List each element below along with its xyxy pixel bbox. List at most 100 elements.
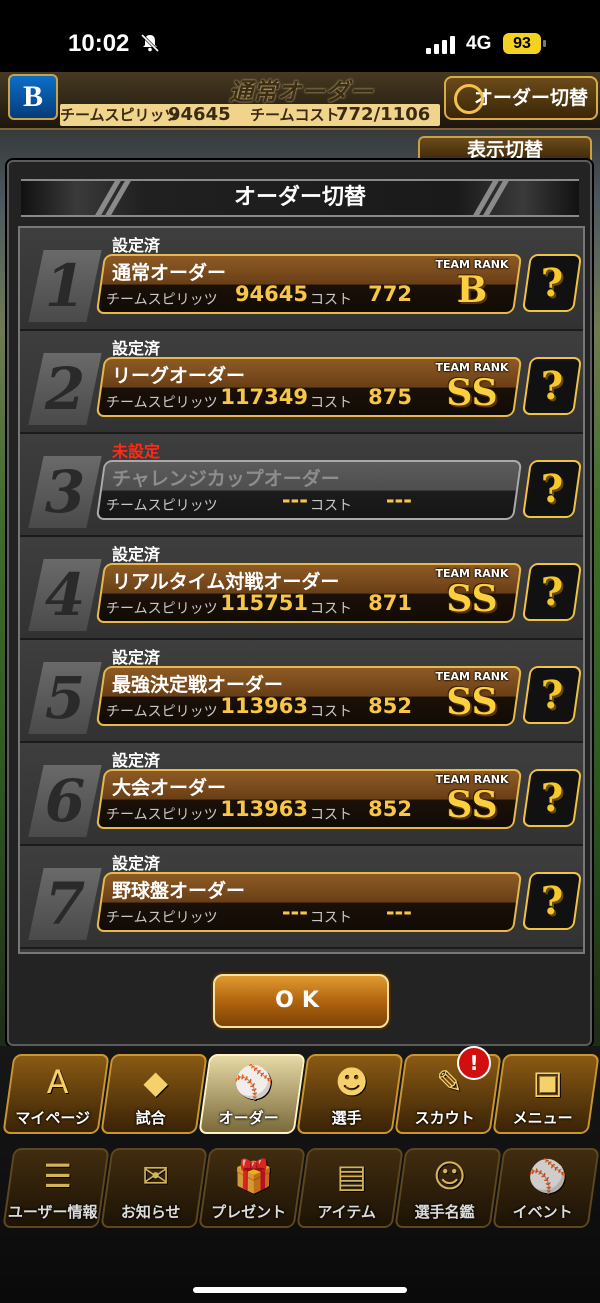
cost-value: 772/1106 bbox=[336, 104, 431, 125]
cost-label: コスト bbox=[310, 807, 352, 823]
question-icon: ? bbox=[540, 672, 564, 717]
nav-icon: ✉ bbox=[142, 1157, 170, 1195]
nav-label: マイページ bbox=[15, 1109, 91, 1127]
ok-button[interactable]: OK bbox=[213, 974, 389, 1028]
nav-label: 選手名鑑 bbox=[414, 1203, 475, 1221]
help-button[interactable]: ? bbox=[521, 460, 583, 518]
nav-icon: ◆ bbox=[143, 1063, 168, 1101]
question-icon: ? bbox=[540, 878, 564, 923]
spirits-value: --- bbox=[281, 900, 308, 924]
team-rank-badge: SS bbox=[446, 784, 498, 826]
nav-icon: ☰ bbox=[43, 1157, 73, 1195]
cost-value: 852 bbox=[368, 694, 412, 718]
nav-nav_row1-3[interactable]: ☻ 選手 bbox=[296, 1054, 404, 1134]
cost-label: コスト bbox=[310, 395, 352, 411]
nav-icon: ⚾ bbox=[233, 1063, 274, 1101]
spirits-value: 94645 bbox=[234, 282, 308, 306]
order-number: 4 bbox=[28, 559, 102, 631]
order-row[interactable]: 6 設定済 大会オーダー チームスピリッツ 113963 コスト 852 TEAM RANK S… bbox=[20, 743, 583, 846]
order-number: 5 bbox=[28, 662, 102, 734]
nav-nav_row2-4[interactable]: ☺ 選手名鑑 bbox=[394, 1148, 502, 1228]
nav-nav_row1-1[interactable]: ◆ 試合 bbox=[100, 1054, 208, 1134]
order-number: 7 bbox=[28, 868, 102, 940]
nav-icon: ▣ bbox=[532, 1063, 563, 1101]
nav-label: アイテム bbox=[317, 1203, 376, 1221]
mute-bell-icon bbox=[140, 33, 160, 53]
spirits-label: チームスピリッツ bbox=[106, 498, 218, 514]
nav-nav_row2-2[interactable]: 🎁 プレゼント bbox=[198, 1148, 306, 1228]
question-icon: ? bbox=[540, 363, 564, 408]
dialog-title: オーダー切替 bbox=[233, 185, 366, 210]
nav-nav_row2-0[interactable]: ☰ ユーザー情報 bbox=[2, 1148, 110, 1228]
nav-nav_row1-2[interactable]: ⚾ オーダー bbox=[198, 1054, 306, 1134]
cost-label: コスト bbox=[310, 910, 352, 926]
cost-label: チームコスト bbox=[250, 106, 340, 124]
order-name: 通常オーダー bbox=[112, 262, 227, 284]
cost-label: コスト bbox=[310, 704, 352, 720]
question-icon: ? bbox=[540, 260, 564, 305]
order-row[interactable]: 7 設定済 野球盤オーダー チームスピリッツ --- コスト ---? bbox=[20, 846, 583, 949]
nav-nav_row2-1[interactable]: ✉ お知らせ bbox=[100, 1148, 208, 1228]
order-number: 3 bbox=[28, 456, 102, 528]
order-row[interactable]: 3 未設定 チャレンジカップオーダー チームスピリッツ --- コスト ---? bbox=[20, 434, 583, 537]
question-icon: ? bbox=[540, 466, 564, 511]
help-button[interactable]: ? bbox=[521, 769, 583, 827]
spirits-value: 115751 bbox=[220, 591, 308, 615]
order-state: 設定済 bbox=[112, 339, 161, 358]
order-state: 未設定 bbox=[112, 442, 161, 461]
cost-label: コスト bbox=[310, 601, 352, 617]
cost-label: コスト bbox=[310, 292, 352, 308]
team-rank-badge: SS bbox=[446, 578, 498, 620]
nav-icon: ☻ bbox=[334, 1063, 369, 1101]
home-indicator[interactable] bbox=[193, 1287, 407, 1293]
help-button[interactable]: ? bbox=[521, 563, 583, 621]
spirits-label: チームスピリッツ bbox=[106, 704, 218, 720]
nav-label: ユーザー情報 bbox=[7, 1203, 98, 1221]
cost-label: コスト bbox=[310, 498, 352, 514]
order-row[interactable]: 2 設定済 リーグオーダー チームスピリッツ 117349 コスト 875 TEAM RANK… bbox=[20, 331, 583, 434]
nav-label: プレゼント bbox=[211, 1203, 287, 1221]
help-button[interactable]: ? bbox=[521, 254, 583, 312]
help-button[interactable]: ? bbox=[521, 666, 583, 724]
order-switch-label: オーダー切替 bbox=[473, 87, 588, 109]
nav-icon: A bbox=[46, 1063, 69, 1101]
nav-nav_row2-5[interactable]: ⚾ イベント bbox=[492, 1148, 600, 1228]
team-logo: B bbox=[8, 74, 58, 120]
spirits-label: チームスピリッツ bbox=[60, 106, 180, 124]
cost-value: 871 bbox=[368, 591, 412, 615]
spirits-label: チームスピリッツ bbox=[106, 601, 218, 617]
team-rank-badge: B bbox=[456, 269, 488, 311]
nav-label: スカウト bbox=[414, 1109, 475, 1127]
order-name: リアルタイム対戦オーダー bbox=[112, 571, 340, 593]
network-type: 4G bbox=[466, 33, 492, 54]
order-name: 最強決定戦オーダー bbox=[112, 674, 284, 696]
help-button[interactable]: ? bbox=[521, 872, 583, 930]
question-icon: ? bbox=[540, 775, 564, 820]
nav-label: メニュー bbox=[512, 1109, 573, 1127]
order-row[interactable]: 1 設定済 通常オーダー チームスピリッツ 94645 コスト 772 TEAM RANK B? bbox=[20, 228, 583, 331]
spirits-value: --- bbox=[281, 488, 308, 512]
order-name: 野球盤オーダー bbox=[112, 880, 246, 902]
order-name: リーグオーダー bbox=[112, 365, 246, 387]
nav-icon: ▤ bbox=[336, 1157, 367, 1195]
order-row[interactable]: 5 設定済 最強決定戦オーダー チームスピリッツ 113963 コスト 852 TEAM RA… bbox=[20, 640, 583, 743]
spirits-value: 94645 bbox=[168, 104, 231, 125]
spirits-value: 113963 bbox=[220, 694, 308, 718]
nav-nav_row2-3[interactable]: ▤ アイテム bbox=[296, 1148, 404, 1228]
nav-label: オーダー bbox=[218, 1109, 279, 1127]
order-row[interactable]: 4 設定済 リアルタイム対戦オーダー チームスピリッツ 115751 コスト 871 TEAM… bbox=[20, 537, 583, 640]
nav-nav_row1-5[interactable]: ▣ メニュー bbox=[492, 1054, 600, 1134]
order-number: 1 bbox=[28, 250, 102, 322]
scout-notification-badge: ! bbox=[457, 1046, 491, 1080]
nav-nav_row1-0[interactable]: A マイページ bbox=[2, 1054, 110, 1134]
status-time: 10:02 bbox=[68, 30, 130, 57]
order-switch-button[interactable]: オーダー切替 bbox=[444, 76, 598, 120]
nav-icon: 🎁 bbox=[233, 1157, 274, 1195]
cost-value: --- bbox=[385, 900, 412, 924]
spirits-label: チームスピリッツ bbox=[106, 910, 218, 926]
cost-value: 772 bbox=[368, 282, 412, 306]
spirits-label: チームスピリッツ bbox=[106, 807, 218, 823]
help-button[interactable]: ? bbox=[521, 357, 583, 415]
order-number: 2 bbox=[28, 353, 102, 425]
switch-icon bbox=[454, 84, 484, 114]
